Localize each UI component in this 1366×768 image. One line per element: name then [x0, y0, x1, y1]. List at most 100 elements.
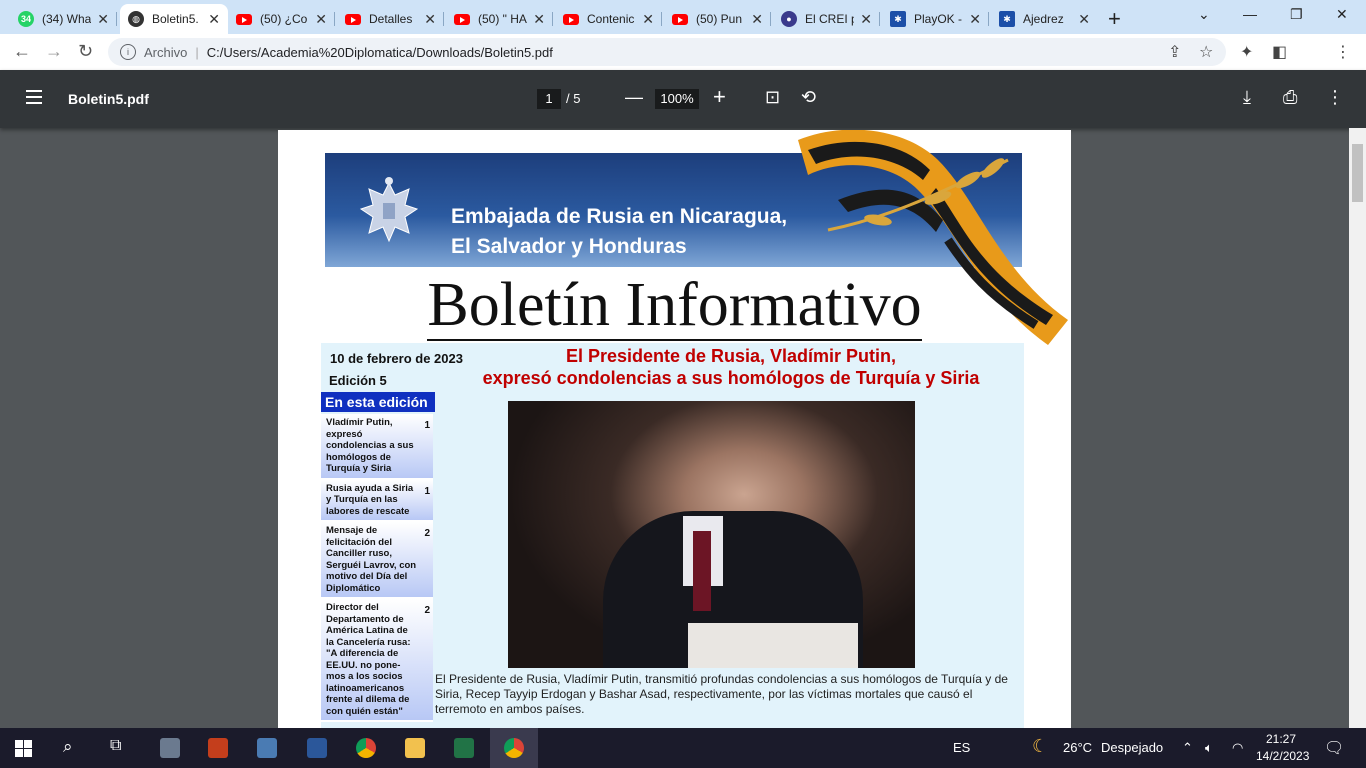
close-window-button[interactable]: ✕ [1336, 6, 1348, 23]
zoom-input[interactable]: 100% [655, 89, 699, 109]
tab-title: (50) Pun [696, 12, 743, 26]
putin-photo [508, 401, 915, 668]
side-panel-icon[interactable]: ◧ [1272, 42, 1287, 62]
clock-date[interactable]: 14/2/2023 [1256, 749, 1309, 763]
temperature[interactable]: 26°C [1063, 740, 1092, 755]
tab-title: (34) Wha [42, 12, 92, 26]
moon-weather-icon[interactable]: ☾ [1032, 736, 1048, 757]
close-icon[interactable]: ✕ [208, 11, 220, 28]
volume-icon[interactable]: 🔈︎ [1205, 740, 1213, 756]
tab-title: Detalles [369, 12, 413, 26]
tray-chevron-icon[interactable]: ⌃ [1182, 740, 1193, 756]
bulletin-title: Boletín Informativo [427, 271, 922, 341]
address-url: C:/Users/Academia%20Diplomatica/Download… [206, 44, 553, 60]
back-button[interactable]: ← [13, 41, 31, 62]
bookmark-star-icon[interactable]: ☆ [1199, 42, 1213, 62]
tab-playok[interactable]: ✱ PlayOK - ✕ [882, 4, 989, 34]
zoom-in-icon[interactable]: + [713, 84, 726, 110]
youtube-icon [672, 13, 688, 25]
tab-title: Ajedrez [1023, 12, 1064, 26]
calculator-icon[interactable] [160, 738, 180, 758]
pdf-page: Embajada de Rusia en Nicaragua, El Salva… [278, 130, 1071, 728]
reload-button[interactable]: ↻ [78, 41, 93, 62]
toc-header: En esta edición [321, 392, 435, 412]
rotate-icon[interactable]: ⟲ [801, 87, 816, 108]
powerpoint-icon[interactable] [208, 738, 228, 758]
hamburger-menu-icon[interactable] [26, 90, 42, 92]
tab-youtube-4[interactable]: Contenic ✕ [555, 4, 662, 34]
tab-title: PlayOK - [914, 12, 963, 26]
search-icon[interactable]: ⌕ [63, 737, 73, 757]
total-pages: / 5 [566, 91, 581, 106]
notifications-icon[interactable]: 🗨︎ [1324, 738, 1344, 758]
tab-whatsapp[interactable]: 34 (34) Wha ✕ [10, 4, 117, 34]
zoom-out-icon[interactable]: — [625, 87, 643, 108]
tab-title: (50) " HA [478, 12, 527, 26]
toc-item[interactable]: Director del Departamento de América Lat… [321, 599, 433, 722]
page-number-input[interactable]: 1 [537, 89, 561, 109]
scrollbar-thumb[interactable] [1352, 144, 1363, 202]
pdf-filename: Boletin5.pdf [68, 91, 149, 107]
tab-title: El CREI p [805, 12, 855, 26]
tab-strip: 34 (34) Wha ✕ ◍ Boletin5. ✕ (50) ¿Co ✕ D… [0, 0, 1366, 34]
share-icon[interactable]: ⇪ [1168, 42, 1181, 62]
new-tab-button[interactable]: + [1108, 6, 1121, 32]
tab-youtube-1[interactable]: (50) ¿Co ✕ [228, 4, 335, 34]
close-icon[interactable]: ✕ [642, 11, 654, 28]
toc-item[interactable]: Mensaje de felicitación del Canciller ru… [321, 522, 433, 599]
playok-icon: ✱ [999, 11, 1015, 27]
file-explorer-icon[interactable] [405, 738, 425, 758]
info-icon[interactable]: i [120, 44, 136, 60]
excel-icon[interactable] [454, 738, 474, 758]
address-scheme: Archivo [144, 44, 188, 60]
tab-ajedrez[interactable]: ✱ Ajedrez ✕ [991, 4, 1098, 34]
windows-start-icon[interactable] [15, 740, 32, 757]
youtube-icon [454, 13, 470, 25]
table-of-contents: Vladímir Putin, expresó condolencias a s… [321, 414, 433, 728]
restore-button[interactable]: ❐ [1290, 6, 1303, 23]
youtube-icon [236, 13, 252, 25]
vertical-scrollbar[interactable] [1349, 128, 1366, 728]
tab-youtube-2[interactable]: Detalles ✕ [337, 4, 444, 34]
clock-time[interactable]: 21:27 [1266, 732, 1296, 746]
close-icon[interactable]: ✕ [97, 11, 109, 28]
chrome-icon[interactable] [356, 738, 376, 758]
close-icon[interactable]: ✕ [751, 11, 763, 28]
address-bar[interactable]: i Archivo | C:/Users/Academia%20Diplomat… [108, 38, 1226, 66]
windows-taskbar: ⌕ ⧉ ES ☾ 26°C Despejado ⌃ 🔈︎ ◠ 21:27 14/… [0, 728, 1366, 768]
print-icon[interactable]: ⎙ [1283, 87, 1297, 108]
tab-crei[interactable]: ● El CREI p ✕ [773, 4, 880, 34]
browser-toolbar: ← → ↻ i Archivo | C:/Users/Academia%20Di… [0, 34, 1366, 95]
close-icon[interactable]: ✕ [1078, 11, 1090, 28]
playok-icon: ✱ [890, 11, 906, 27]
tab-boletin[interactable]: ◍ Boletin5. ✕ [120, 4, 228, 34]
close-icon[interactable]: ✕ [969, 11, 981, 28]
task-view-icon[interactable]: ⧉ [110, 737, 121, 755]
close-icon[interactable]: ✕ [533, 11, 545, 28]
bulletin-date: 10 de febrero de 2023 [330, 351, 463, 366]
minimize-button[interactable]: — [1243, 6, 1257, 22]
language-indicator[interactable]: ES [953, 740, 970, 755]
globe-icon: ◍ [128, 11, 144, 27]
chrome-active-icon[interactable] [504, 738, 524, 758]
network-app-icon[interactable] [257, 738, 277, 758]
download-icon[interactable]: ⤓ [1243, 87, 1251, 108]
fit-page-icon[interactable]: ⊡ [765, 87, 780, 108]
extensions-icon[interactable]: ✦ [1240, 42, 1253, 62]
forward-button[interactable]: → [45, 41, 63, 62]
word-icon[interactable] [307, 738, 327, 758]
close-icon[interactable]: ✕ [315, 11, 327, 28]
tab-youtube-3[interactable]: (50) " HA ✕ [446, 4, 553, 34]
wifi-icon[interactable]: ◠ [1232, 740, 1243, 756]
close-icon[interactable]: ✕ [424, 11, 436, 28]
weather-text[interactable]: Despejado [1101, 740, 1163, 755]
tab-youtube-5[interactable]: (50) Pun ✕ [664, 4, 771, 34]
more-options-icon[interactable]: ⋮ [1326, 87, 1344, 108]
tab-search-chevron-icon[interactable]: ⌄ [1198, 6, 1210, 23]
toc-item[interactable]: Rusia ayuda a Siria y Turquía en las lab… [321, 479, 433, 522]
pdf-toolbar: Boletin5.pdf 1 / 5 — 100% + ⊡ ⟲ ⤓ ⎙ ⋮ [0, 70, 1366, 128]
close-icon[interactable]: ✕ [860, 11, 872, 28]
menu-kebab-icon[interactable]: ⋮ [1335, 42, 1351, 62]
toc-item[interactable]: Vladímir Putin, expresó condolencias a s… [321, 414, 433, 480]
bulletin-content: 10 de febrero de 2023 Edición 5 El Presi… [321, 343, 1024, 728]
